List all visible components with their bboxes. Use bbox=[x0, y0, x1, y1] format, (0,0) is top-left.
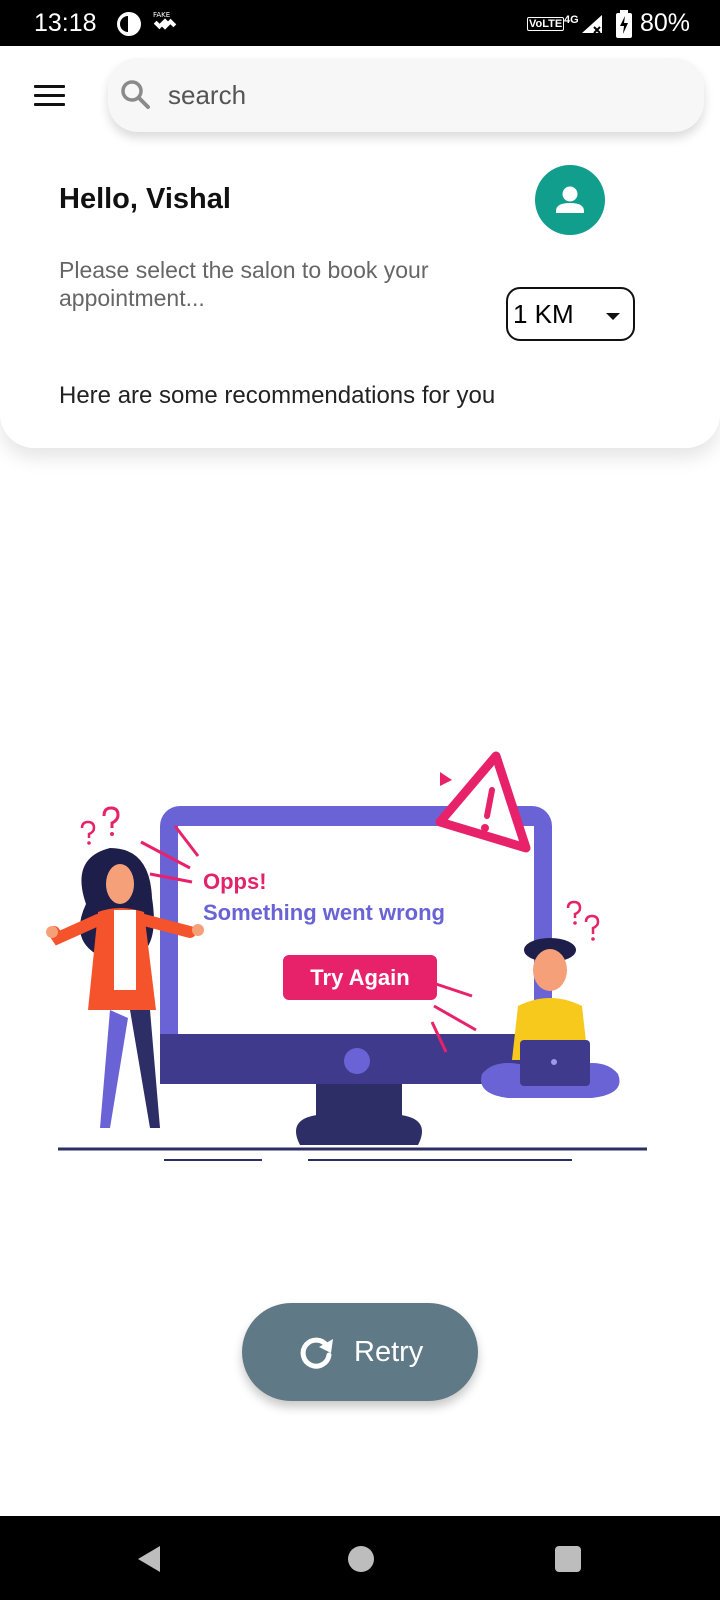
menu-button[interactable] bbox=[26, 76, 72, 116]
network-type: 4G bbox=[564, 14, 579, 26]
distance-value: 1 KM bbox=[513, 299, 574, 329]
retry-label: Retry bbox=[354, 1336, 424, 1368]
hamburger-menu-icon bbox=[34, 85, 65, 88]
recents-square-icon[interactable] bbox=[555, 1546, 581, 1572]
dropdown-arrow-icon bbox=[606, 313, 620, 320]
instruction-text: Please select the salon to book your app… bbox=[59, 257, 429, 311]
try-again-label: Try Again bbox=[310, 965, 410, 990]
try-again-graphic: Try Again bbox=[283, 955, 437, 1000]
navigation-bar bbox=[0, 1516, 720, 1600]
signal-icon bbox=[582, 15, 602, 34]
status-bar: 13:18 FAKE VoLTE 4G 80% bbox=[0, 0, 720, 46]
retry-button[interactable]: Retry bbox=[242, 1303, 478, 1401]
search-bar[interactable] bbox=[108, 58, 704, 132]
circle-app-icon bbox=[117, 12, 141, 36]
error-title: Opps! bbox=[203, 869, 267, 894]
distance-select[interactable]: 1 KM bbox=[506, 287, 635, 341]
battery-icon bbox=[616, 10, 632, 38]
fake-gps-icon: FAKE bbox=[153, 11, 177, 30]
person-icon bbox=[556, 186, 584, 213]
refresh-icon bbox=[300, 1337, 333, 1369]
search-icon bbox=[121, 80, 150, 109]
back-triangle-icon[interactable] bbox=[134, 1544, 164, 1574]
recommendations-text: Here are some recommendations for you bbox=[59, 382, 496, 409]
search-input[interactable] bbox=[168, 72, 668, 118]
home-circle-icon[interactable] bbox=[348, 1546, 374, 1572]
battery-percent: 80% bbox=[640, 9, 691, 37]
avatar[interactable] bbox=[535, 165, 605, 235]
volte-label: VoLTE bbox=[527, 17, 565, 31]
status-time: 13:18 bbox=[34, 9, 97, 37]
error-message: Something went wrong bbox=[203, 900, 445, 925]
svg-text:FAKE: FAKE bbox=[153, 11, 170, 19]
greeting-title: Hello, Vishal bbox=[59, 183, 231, 215]
